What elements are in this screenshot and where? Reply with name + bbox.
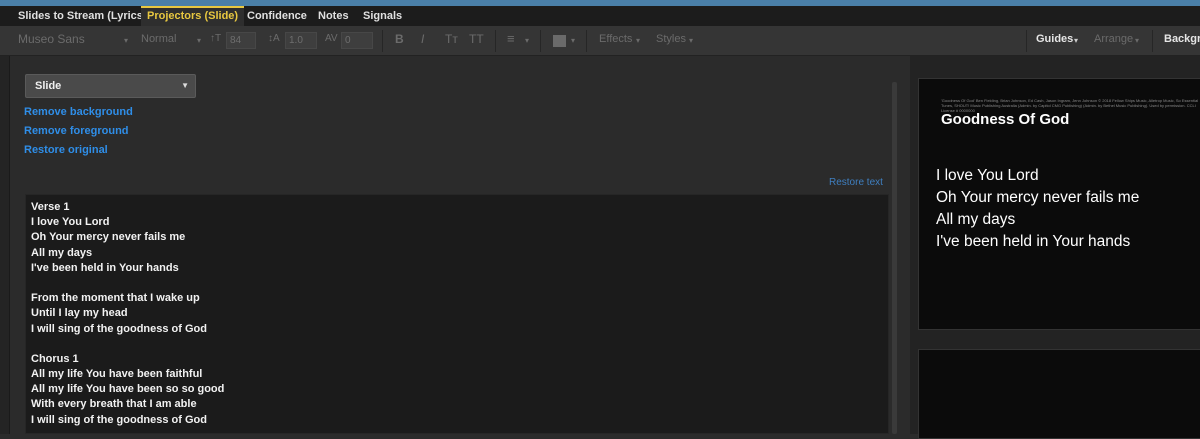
chevron-down-icon: ▼ [181,81,189,90]
background-menu[interactable]: Background [1164,33,1200,45]
guides-menu[interactable]: Guides [1036,33,1073,45]
restore-original-link[interactable]: Restore original [24,144,108,156]
char-spacing-input[interactable]: 0 [341,32,373,49]
lyric-line: Chorus 1 [31,352,79,365]
slide-editor-panel: Slide ▼ Remove background Remove foregro… [11,56,909,434]
toolbar-separator [1152,30,1153,52]
guides-chevron-icon: ▾ [1074,36,1079,45]
bold-button[interactable]: B [395,32,404,46]
lyric-line: I will sing of the goodness of God [31,413,207,426]
arrange-menu[interactable]: Arrange [1094,33,1133,45]
slide-preview[interactable]: 'Goodness Of God' Ben Fielding, Brian Jo… [918,78,1200,330]
lyric-line: All my life You have been so so good [31,383,225,396]
lyric-line: All my life You have been faithful [31,368,203,381]
lyric-line: I've been held in Your hands [31,261,179,274]
lyric-line: With every breath that I am able [31,398,197,411]
toolbar-separator [382,30,383,52]
slide-preview-panel: 'Goodness Of God' Ben Fielding, Brian Jo… [910,56,1200,439]
stanza-gap [31,276,888,291]
small-caps-button[interactable]: Tт [445,32,458,46]
lyric-line: I love You Lord [31,216,110,229]
preview-lyric-line: I love You Lord [936,167,1039,184]
tab-bar: Slides to Stream (Lyrics) Projectors (Sl… [0,6,1200,26]
left-collapsed-panel[interactable] [0,56,10,434]
formatting-toolbar: Museo Sans ▾ Normal ▾ ↑T 84 ↕A 1.0 AV 0 … [0,26,1200,56]
lyric-line: From the moment that I wake up [31,292,200,305]
effects-menu[interactable]: Effects [599,33,632,45]
color-chevron-icon: ▾ [571,36,576,45]
song-title: Goodness Of God [941,111,1070,128]
font-weight-select[interactable]: Normal [141,33,176,45]
lyric-line: I will sing of the goodness of God [31,322,207,335]
slide-type-select[interactable]: Slide ▼ [25,74,196,98]
align-icon[interactable]: ≡ [507,31,515,46]
tab-slides-to-stream[interactable]: Slides to Stream (Lyrics) [12,6,153,26]
italic-button[interactable]: I [421,32,424,46]
toolbar-separator [495,30,496,52]
stanza-gap [31,337,888,352]
preview-lyric-line: I've been held in Your hands [936,233,1131,250]
tab-projectors[interactable]: Projectors (Slide) [141,6,245,26]
toolbar-separator [586,30,587,52]
font-size-icon: ↑T [210,33,222,44]
effects-chevron-icon: ▾ [636,36,641,45]
lyric-line: All my days [31,246,93,259]
text-color-swatch[interactable] [553,35,566,47]
arrange-chevron-icon: ▾ [1135,36,1140,45]
slide-type-value: Slide [35,80,62,92]
styles-menu[interactable]: Styles [656,33,686,45]
preview-lyric-line: Oh Your mercy never fails me [936,189,1140,206]
lyric-line: Verse 1 [31,201,70,213]
tab-confidence[interactable]: Confidence [241,6,313,26]
line-height-input[interactable]: 1.0 [285,32,317,49]
toolbar-separator [1026,30,1027,52]
lyrics-text-area[interactable]: Verse 1 I love You Lord Oh Your mercy ne… [25,194,889,434]
tab-notes[interactable]: Notes [312,6,355,26]
toolbar-separator [540,30,541,52]
next-slide-preview[interactable] [918,349,1200,439]
preview-lyric-line: All my days [936,211,1016,228]
lyric-line: Oh Your mercy never fails me [31,231,186,244]
font-family-chevron-icon: ▾ [124,36,129,45]
line-height-icon: ↕A [268,33,280,44]
font-weight-chevron-icon: ▾ [197,36,202,45]
styles-chevron-icon: ▾ [689,36,694,45]
remove-background-link[interactable]: Remove background [24,106,133,118]
editor-scrollbar[interactable] [892,82,897,434]
restore-text-link[interactable]: Restore text [829,177,883,188]
font-family-select[interactable]: Museo Sans [18,32,85,46]
remove-foreground-link[interactable]: Remove foreground [24,125,129,137]
align-chevron-icon: ▾ [525,36,530,45]
all-caps-button[interactable]: TT [469,32,484,46]
font-size-input[interactable]: 84 [226,32,256,49]
lyric-line: Until I lay my head [31,307,128,320]
tab-signals[interactable]: Signals [357,6,408,26]
char-spacing-icon: AV [325,33,338,44]
